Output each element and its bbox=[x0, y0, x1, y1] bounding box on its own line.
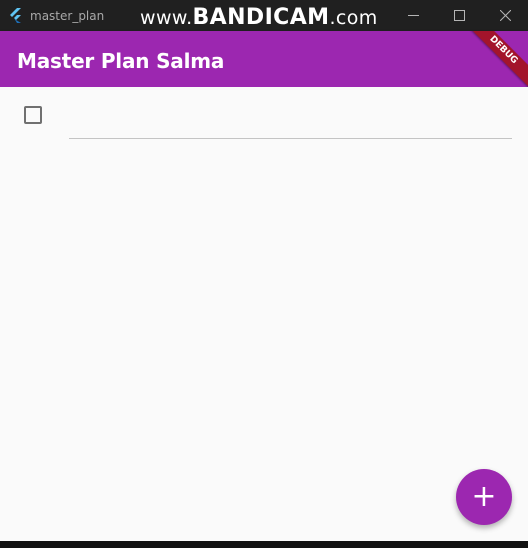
add-icon: + bbox=[471, 479, 497, 514]
window-titlebar: master_plan www.BANDICAM.com bbox=[0, 0, 528, 31]
task-checkbox[interactable] bbox=[24, 106, 42, 124]
close-icon bbox=[499, 10, 511, 21]
page-title: Master Plan Salma bbox=[17, 49, 225, 73]
window-title: master_plan bbox=[30, 9, 105, 23]
minimize-button[interactable] bbox=[390, 0, 436, 31]
app-bar: Master Plan Salma DEBUG bbox=[0, 31, 528, 87]
add-task-button[interactable]: + bbox=[456, 469, 512, 525]
minimize-icon bbox=[407, 15, 419, 16]
bandicam-watermark: www.BANDICAM.com bbox=[140, 5, 378, 30]
maximize-button[interactable] bbox=[436, 0, 482, 31]
task-description-field[interactable] bbox=[69, 99, 512, 139]
window-bottom-edge bbox=[0, 541, 528, 548]
flutter-icon bbox=[10, 8, 21, 23]
list-item bbox=[0, 87, 528, 143]
maximize-icon bbox=[453, 10, 465, 21]
task-list: + bbox=[0, 87, 528, 541]
close-button[interactable] bbox=[482, 0, 528, 31]
debug-banner: DEBUG bbox=[458, 31, 528, 87]
